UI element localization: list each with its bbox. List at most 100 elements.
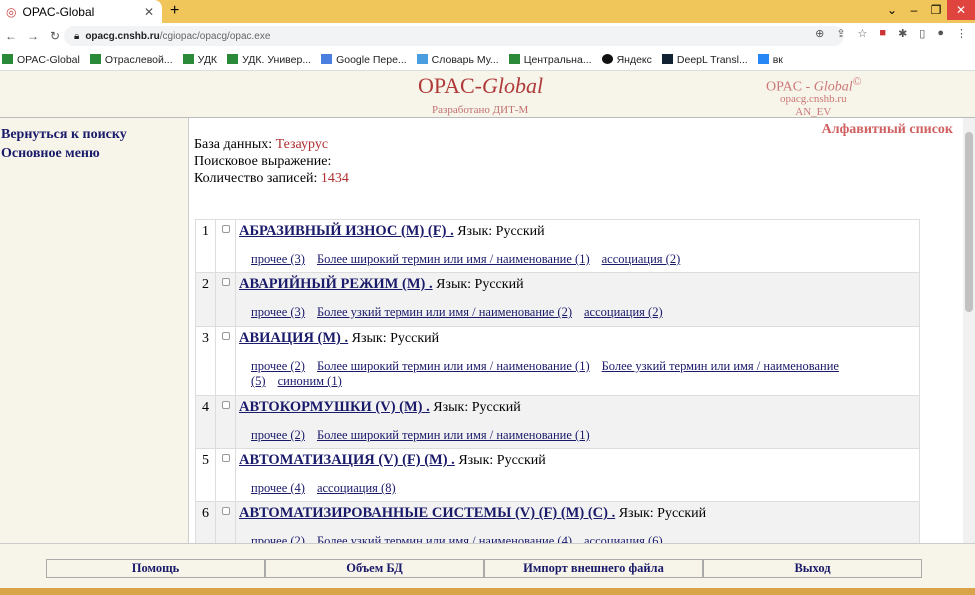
relation-link[interactable]: ассоциация (8)	[317, 481, 396, 495]
share-icon[interactable]: ⇪	[836, 27, 845, 40]
opac-favicon-icon: ◎	[6, 4, 17, 19]
relation-links: прочее (2) Более узкий термин или имя / н…	[239, 534, 915, 543]
relation-links: прочее (2) Более широкий термин или имя /…	[239, 428, 915, 443]
table-row: 2 АВАРИЙНЫЙ РЕЖИМ (M) . Язык: Русский пр…	[195, 272, 920, 327]
term-link[interactable]: АВТОМАТИЗАЦИЯ (V) (F) (M) .	[239, 452, 455, 468]
relation-links: прочее (3) Более широкий термин или имя /…	[239, 252, 915, 267]
record-checkbox[interactable]	[221, 225, 230, 233]
relation-link[interactable]: Более широкий термин или имя / наименова…	[317, 428, 590, 442]
sidepanel-icon[interactable]: ▯	[919, 27, 925, 40]
table-row: 5 АВТОМАТИЗАЦИЯ (V) (F) (M) . Язык: Русс…	[195, 448, 920, 502]
relation-links: прочее (4) ассоциация (8)	[239, 481, 915, 496]
address-bar: ← → ↻ 🔒︎ opacg.cnshb.ru/cgiopac/opacg/opac.…	[0, 23, 975, 49]
relation-links: прочее (3) Более узкий термин или имя / н…	[239, 305, 915, 320]
bookmark[interactable]: Яндекс	[601, 53, 652, 66]
language-label: Язык: Русский	[454, 453, 546, 468]
help-button[interactable]: Помощь	[46, 559, 265, 578]
browser-tab-bar: ◎ OPAC-Global ✕ + ⌄ – ❐ ✕	[0, 0, 975, 23]
back-to-search-link[interactable]: Вернуться к поиску	[0, 125, 188, 144]
back-icon[interactable]: ←	[0, 29, 22, 43]
bookmark[interactable]: УДК	[182, 53, 217, 66]
zoom-icon[interactable]: ⊕	[815, 27, 824, 40]
new-tab-button[interactable]: +	[170, 2, 179, 20]
extension-icon[interactable]: ■	[879, 27, 886, 40]
puzzle-icon[interactable]: ✱	[898, 27, 907, 40]
term-link[interactable]: АВИАЦИЯ (M) .	[239, 330, 348, 346]
relation-link[interactable]: ассоциация (2)	[602, 252, 681, 266]
main-menu-link[interactable]: Основное меню	[0, 144, 188, 163]
relation-link[interactable]: Более широкий термин или имя / наименова…	[317, 252, 590, 266]
lock-icon: 🔒︎	[74, 30, 80, 42]
relation-link[interactable]: прочее (2)	[251, 534, 305, 543]
star-icon[interactable]: ☆	[858, 27, 868, 40]
language-label: Язык: Русский	[432, 277, 524, 292]
record-checkbox[interactable]	[221, 332, 230, 340]
taskbar	[0, 588, 975, 595]
bookmark[interactable]: Google Пере...	[321, 53, 407, 66]
relation-link[interactable]: прочее (4)	[251, 481, 305, 495]
term-link[interactable]: АВАРИЙНЫЙ РЕЖИМ (M) .	[239, 276, 433, 292]
record-checkbox[interactable]	[221, 401, 230, 409]
language-label: Язык: Русский	[429, 400, 521, 415]
relation-link[interactable]: ассоциация (6)	[584, 534, 663, 543]
forward-icon[interactable]: →	[22, 29, 44, 43]
record-checkbox[interactable]	[221, 278, 230, 286]
search-info: База данных: Тезаурус Поисковое выражени…	[194, 137, 349, 186]
bookmark[interactable]: вк	[757, 53, 783, 66]
record-number: 1	[195, 219, 216, 273]
exit-button[interactable]: Выход	[703, 559, 922, 578]
page-header: OPAC-Global Разработано ДИТ-М OPAC - Glo…	[0, 71, 975, 118]
server-info: opacg.cnshb.ru AN_EV	[780, 93, 847, 118]
record-checkbox[interactable]	[221, 454, 230, 462]
table-row: 3 АВИАЦИЯ (M) . Язык: Русский прочее (2)…	[195, 326, 920, 396]
term-link[interactable]: АВТОКОРМУШКИ (V) (M) .	[239, 399, 430, 415]
opac-logo: OPAC-Global	[418, 73, 544, 98]
relation-link[interactable]: Более узкий термин или имя / наименовани…	[317, 305, 572, 319]
profile-icon[interactable]: ●	[937, 27, 944, 40]
bookmark[interactable]: Центральна...	[508, 53, 592, 66]
close-window-button[interactable]: ✕	[947, 0, 975, 20]
language-label: Язык: Русский	[615, 506, 707, 521]
scrollbar-thumb[interactable]	[965, 132, 973, 312]
relation-link[interactable]: прочее (3)	[251, 305, 305, 319]
reload-icon[interactable]: ↻	[44, 29, 66, 43]
record-number: 5	[195, 448, 216, 502]
menu-icon[interactable]: ⋮	[956, 27, 967, 40]
alphabetical-list-title: Алфавитный список	[821, 122, 953, 137]
relation-link[interactable]: ассоциация (2)	[584, 305, 663, 319]
browser-tab[interactable]: ◎ OPAC-Global ✕	[0, 0, 162, 23]
tab-search-icon[interactable]: ⌄	[881, 0, 903, 20]
language-label: Язык: Русский	[453, 224, 545, 239]
relation-links: прочее (2) Более широкий термин или имя /…	[239, 359, 915, 389]
relation-link[interactable]: синоним (1)	[278, 374, 342, 388]
maximize-button[interactable]: ❐	[925, 0, 947, 20]
bookmark[interactable]: УДК. Универ...	[227, 53, 311, 66]
term-link[interactable]: АБРАЗИВНЫЙ ИЗНОС (M) (F) .	[239, 223, 454, 239]
bookmark[interactable]: Отраслевой...	[89, 53, 173, 66]
developer-credit: Разработано ДИТ-М	[432, 104, 529, 116]
import-file-button[interactable]: Импорт внешнего файла	[484, 559, 703, 578]
relation-link[interactable]: прочее (2)	[251, 428, 305, 442]
table-row: 6 АВТОМАТИЗИРОВАННЫЕ СИСТЕМЫ (V) (F) (M)…	[195, 501, 920, 543]
record-number: 3	[195, 326, 216, 396]
records-table: 1 АБРАЗИВНЫЙ ИЗНОС (M) (F) . Язык: Русск…	[195, 219, 920, 543]
relation-link[interactable]: прочее (2)	[251, 359, 305, 373]
minimize-button[interactable]: –	[903, 0, 925, 20]
footer: Помощь Объем БД Импорт внешнего файла Вы…	[0, 543, 975, 588]
bookmark[interactable]: DeepL Transl...	[661, 53, 748, 66]
table-row: 1 АБРАЗИВНЫЙ ИЗНОС (M) (F) . Язык: Русск…	[195, 219, 920, 273]
bookmarks-bar: OPAC-Global Отраслевой... УДК УДК. Униве…	[0, 49, 975, 71]
relation-link[interactable]: Более узкий термин или имя / наименовани…	[317, 534, 572, 543]
relation-link[interactable]: Более широкий термин или имя / наименова…	[317, 359, 590, 373]
term-link[interactable]: АВТОМАТИЗИРОВАННЫЕ СИСТЕМЫ (V) (F) (M) (…	[239, 505, 615, 521]
bookmark[interactable]: OPAC-Global	[2, 53, 80, 66]
bookmark[interactable]: Словарь Му...	[416, 53, 499, 66]
url-input[interactable]: 🔒︎ opacg.cnshb.ru/cgiopac/opacg/opac.exe	[64, 26, 844, 46]
db-size-button[interactable]: Объем БД	[265, 559, 484, 578]
record-number: 6	[195, 501, 216, 543]
relation-link[interactable]: прочее (3)	[251, 252, 305, 266]
scrollbar[interactable]	[963, 118, 975, 543]
sidebar: Вернуться к поиску Основное меню	[0, 118, 189, 543]
record-checkbox[interactable]	[221, 507, 230, 515]
close-tab-icon[interactable]: ✕	[144, 5, 154, 19]
